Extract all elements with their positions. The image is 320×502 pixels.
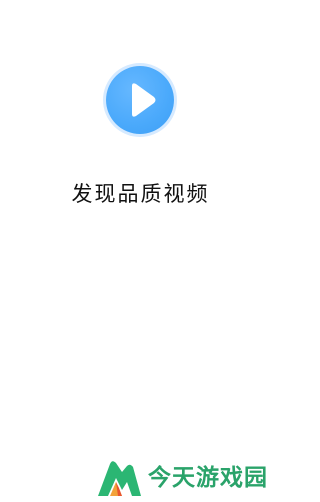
splash-tagline: 发现品质视频 xyxy=(71,182,210,206)
app-logo-play-icon xyxy=(106,66,174,134)
mountain-logo-icon xyxy=(96,452,142,498)
play-icon xyxy=(132,83,156,117)
watermark-text: 今天游戏园 xyxy=(148,465,268,491)
watermark: 今天游戏园 xyxy=(96,452,268,498)
